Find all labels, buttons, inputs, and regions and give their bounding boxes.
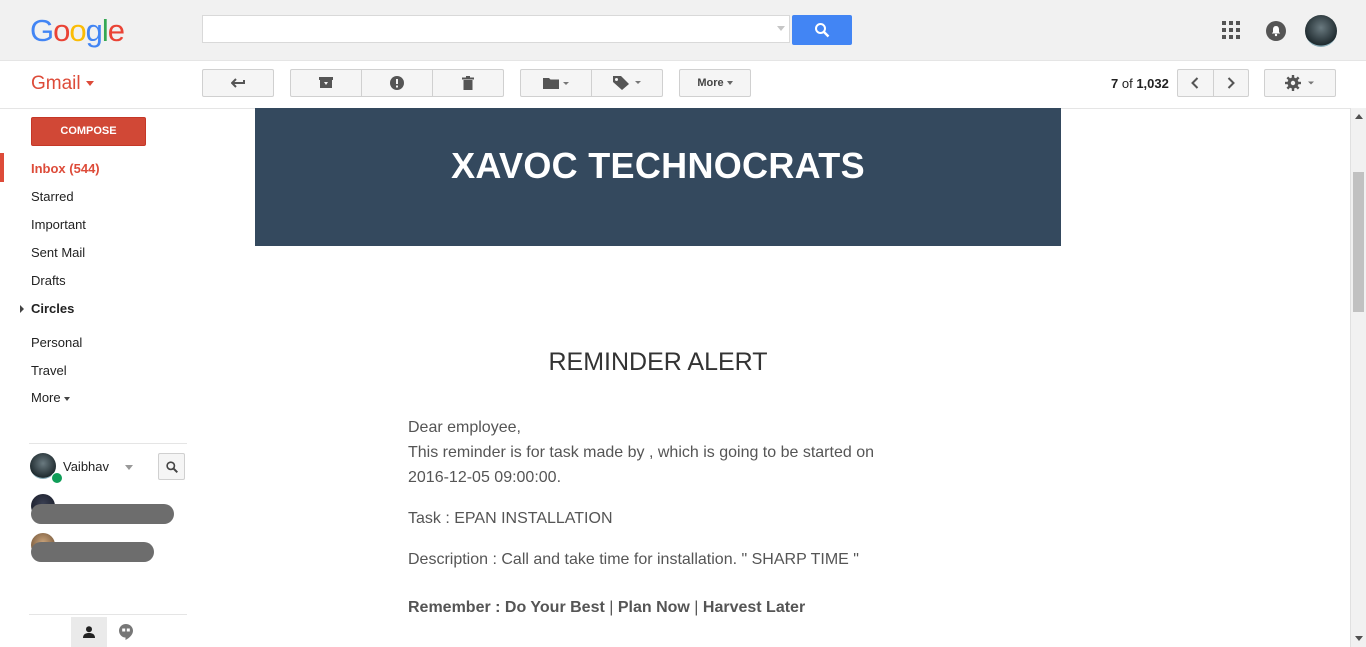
gmail-label: Gmail [31, 73, 81, 94]
scrollbar[interactable] [1350, 108, 1366, 647]
label-tag-icon [613, 76, 641, 90]
newer-button[interactable] [1178, 70, 1214, 96]
hangouts-tab[interactable] [108, 617, 144, 647]
greeting-text: Dear employee, [408, 419, 521, 436]
separator: | [689, 599, 703, 616]
email-body: XAVOC TECHNOCRATS REMINDER ALERT Dear em… [200, 108, 1350, 647]
remember-item: Do Your Best [504, 599, 605, 616]
logo-letter: e [107, 13, 125, 48]
pagination-info: 7 of 1,032 [1111, 76, 1169, 91]
remember-item: Harvest Later [702, 599, 806, 616]
back-arrow-icon [231, 78, 245, 88]
more-actions-label: More [697, 77, 724, 89]
scroll-down-arrow-icon[interactable] [1355, 636, 1363, 641]
chevron-down-icon[interactable] [125, 465, 133, 470]
notifications-bell-icon[interactable] [1266, 21, 1286, 41]
sidebar-item-important[interactable]: Important [31, 217, 86, 232]
labels-button[interactable] [592, 70, 662, 96]
older-button[interactable] [1214, 70, 1249, 96]
apps-grid-icon[interactable] [1222, 21, 1240, 39]
logo-letter: G [30, 13, 54, 48]
remember-item: Plan Now [617, 599, 690, 616]
hangouts-search-button[interactable] [158, 453, 185, 480]
online-status-icon [51, 472, 63, 484]
divider [29, 443, 187, 444]
remember-line: Remember : Do Your Best | Plan Now | Har… [408, 599, 805, 617]
report-spam-icon [390, 76, 404, 90]
gmail-menu[interactable]: Gmail [31, 73, 94, 95]
move-to-button[interactable] [521, 70, 592, 96]
chevron-down-icon [726, 81, 733, 86]
description-text: Description : Call and take time for ins… [408, 551, 859, 568]
contact-redacted[interactable] [31, 542, 154, 562]
folder-icon [543, 78, 569, 89]
sidebar: COMPOSE Inbox (544) Starred Important Se… [0, 108, 200, 647]
search-options-caret-icon[interactable] [777, 26, 785, 31]
search-icon [165, 460, 178, 473]
remember-prefix: Remember : [408, 599, 505, 616]
reminder-title: REMINDER ALERT [548, 348, 768, 376]
chevron-left-icon [1191, 77, 1199, 89]
gear-icon [1285, 75, 1314, 91]
reminder-line-1: This reminder is for task made by , whic… [408, 444, 874, 461]
sidebar-more-label: More [31, 390, 61, 405]
separator: | [604, 599, 618, 616]
archive-icon [319, 77, 333, 88]
pager-total: 1,032 [1136, 76, 1169, 91]
chevron-right-icon [1227, 77, 1235, 89]
trash-icon [462, 76, 474, 90]
delete-button[interactable] [433, 70, 503, 96]
top-bar: Google [0, 0, 1366, 61]
logo-letter: o [53, 13, 70, 48]
task-text: Task : EPAN INSTALLATION [408, 510, 613, 527]
sidebar-item-more[interactable]: More [31, 390, 70, 405]
google-logo[interactable]: Google [30, 13, 125, 49]
active-indicator [0, 153, 4, 182]
more-actions-label-wrap: More [680, 77, 750, 89]
sidebar-item-sent-mail[interactable]: Sent Mail [31, 245, 85, 260]
compose-button[interactable]: COMPOSE [31, 117, 146, 146]
search-icon [815, 23, 830, 38]
account-avatar[interactable] [1305, 15, 1337, 47]
back-button[interactable] [202, 69, 274, 97]
expand-arrow-icon[interactable] [20, 305, 24, 313]
email-header-banner: XAVOC TECHNOCRATS [255, 108, 1061, 246]
hangouts-quote-icon [119, 624, 133, 640]
divider [29, 614, 187, 615]
search-input[interactable] [202, 15, 790, 43]
contact-redacted[interactable] [31, 504, 174, 524]
settings-button[interactable] [1264, 69, 1336, 97]
sidebar-item-inbox[interactable]: Inbox (544) [31, 161, 100, 176]
sidebar-item-travel[interactable]: Travel [31, 363, 67, 378]
scrollbar-thumb[interactable] [1353, 172, 1364, 312]
sidebar-item-drafts[interactable]: Drafts [31, 273, 66, 288]
bell-glyph-icon [1271, 26, 1281, 37]
pager-current: 7 [1111, 76, 1119, 91]
hangouts-user-name[interactable]: Vaibhav [63, 459, 109, 474]
action-button-group [290, 69, 504, 97]
chevron-down-icon [85, 81, 94, 87]
archive-button[interactable] [291, 70, 362, 96]
chevron-down-icon [63, 396, 70, 401]
company-name: XAVOC TECHNOCRATS [451, 145, 865, 186]
reminder-line-2: 2016-12-05 09:00:00. [408, 469, 562, 486]
report-spam-button[interactable] [362, 70, 433, 96]
search-button[interactable] [792, 15, 852, 45]
sidebar-item-starred[interactable]: Starred [31, 189, 74, 204]
pager-of: of [1121, 76, 1133, 91]
logo-letter: g [85, 13, 103, 48]
person-icon [83, 626, 95, 638]
toolbar: Gmail More 7 of 1,032 [0, 61, 1366, 109]
sidebar-item-circles[interactable]: Circles [31, 301, 74, 316]
organize-button-group [520, 69, 663, 97]
scroll-up-arrow-icon[interactable] [1355, 114, 1363, 119]
contacts-tab[interactable] [71, 617, 107, 647]
sidebar-item-personal[interactable]: Personal [31, 335, 82, 350]
pager-nav-group [1177, 69, 1249, 97]
logo-letter: o [69, 13, 86, 48]
more-actions-button[interactable]: More [679, 69, 751, 97]
